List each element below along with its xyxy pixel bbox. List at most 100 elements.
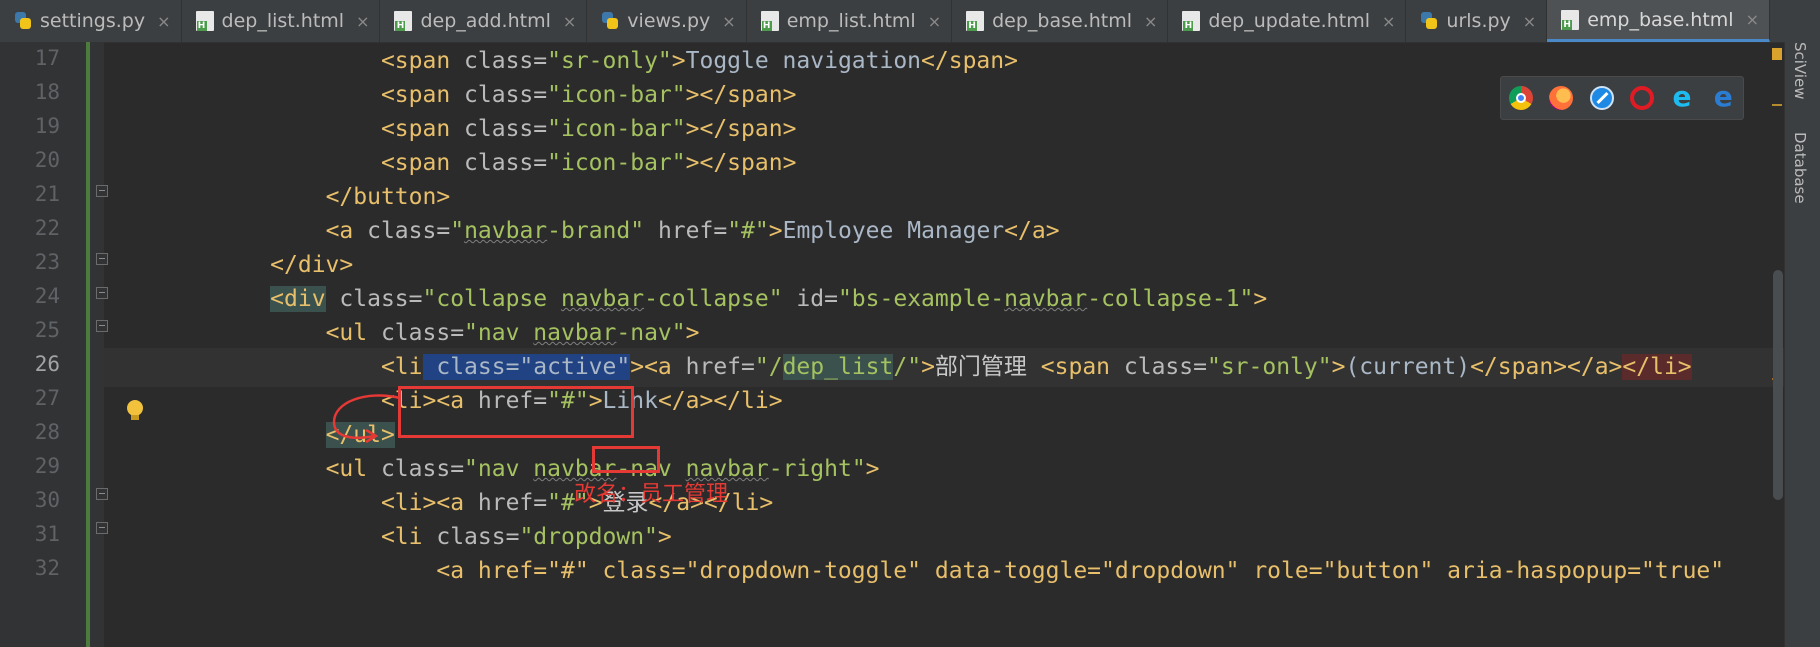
value-token: -collapse-1" — [1087, 286, 1254, 312]
close-icon[interactable]: × — [722, 12, 735, 31]
value-token: "nav — [464, 320, 534, 346]
text-token: Toggle navigation — [685, 48, 922, 74]
tab-views-py[interactable]: views.py × — [587, 0, 747, 42]
value-token: navbar — [464, 218, 548, 244]
attr-token: class= — [464, 150, 548, 176]
value-token: -right" — [768, 456, 866, 482]
attr-token: class= — [367, 456, 465, 482]
tag-token: <li — [380, 524, 437, 550]
tab-label: emp_list.html — [786, 10, 916, 32]
close-icon[interactable]: × — [1746, 10, 1759, 29]
value-token: " — [450, 218, 465, 244]
close-icon[interactable]: × — [1382, 12, 1395, 31]
value-token: navbar — [560, 286, 645, 312]
tag-token: </li> — [1622, 354, 1692, 380]
text-token: Employee Manager — [782, 218, 1005, 244]
annotation-box-link — [592, 446, 660, 473]
database-tool-button[interactable]: Database — [1791, 132, 1809, 204]
sciview-tool-button[interactable]: SciView — [1791, 42, 1809, 100]
value-token: "/ — [754, 354, 783, 380]
attr-token: class= — [367, 218, 451, 244]
ie-icon[interactable] — [1670, 80, 1694, 113]
tag-token: > — [685, 116, 700, 142]
tag-token: > — [671, 48, 686, 74]
value-token: "icon-bar" — [547, 150, 686, 176]
rename-annotation: 改名：员工管理 — [574, 482, 729, 507]
browser-preview-toolbar — [1500, 76, 1744, 120]
tag-token: <div — [270, 286, 326, 312]
tag-token: <ul — [325, 320, 368, 346]
tag-token: </span> — [699, 116, 797, 142]
close-icon[interactable]: × — [157, 12, 170, 31]
attr-token: class= — [1123, 354, 1207, 380]
attr-token: class= — [464, 116, 548, 142]
safari-icon[interactable] — [1589, 86, 1614, 110]
selected-text[interactable]: class="active" — [422, 354, 631, 380]
chrome-icon[interactable] — [1509, 86, 1534, 110]
tag-token: > — [1253, 286, 1268, 312]
lightbulb-icon[interactable] — [126, 400, 144, 422]
value-token: -brand" — [547, 218, 645, 244]
tab-settings-py[interactable]: settings.py × — [0, 0, 182, 42]
code-line-32[interactable]: <a href="#" class="dropdown-toggle" data… — [104, 552, 1724, 591]
opera-icon[interactable] — [1630, 86, 1655, 110]
attr-token: class= — [464, 82, 548, 108]
firefox-icon[interactable] — [1549, 86, 1574, 110]
text-token: 部门管理 — [934, 354, 1027, 380]
html-file-icon — [1182, 11, 1201, 31]
tag-token: <a — [436, 490, 478, 516]
tag-token: </a> — [1567, 354, 1623, 380]
attr-token: href= — [644, 218, 728, 244]
python-file-icon — [601, 11, 619, 31]
annotation-arrow-icon — [332, 394, 401, 444]
tag-token: <span — [380, 82, 465, 108]
value-token: "sr-only" — [547, 48, 672, 74]
tag-token: > — [768, 218, 783, 244]
close-icon[interactable]: × — [1523, 12, 1536, 31]
tag-token: <span — [1040, 354, 1124, 380]
tag-token: > — [685, 150, 700, 176]
attr-token: class= — [325, 286, 423, 312]
value-token: dep_list — [782, 354, 894, 380]
close-icon[interactable]: × — [928, 12, 941, 31]
tag-token: > — [865, 456, 880, 482]
tab-emp-list-html[interactable]: emp_list.html × — [747, 0, 953, 42]
tag-token: </div> — [270, 252, 354, 278]
close-icon[interactable]: × — [563, 12, 576, 31]
tab-emp-base-html[interactable]: emp_base.html × — [1547, 0, 1770, 42]
value-token: "bs-example- — [837, 286, 1005, 312]
code-editor[interactable]: <span class="sr-only">Toggle navigation<… — [104, 42, 1784, 647]
value-token: navbar — [533, 320, 617, 346]
tag-token: </span> — [1470, 354, 1568, 380]
tab-dep-base-html[interactable]: dep_base.html × — [952, 0, 1169, 42]
tab-label: settings.py — [40, 10, 146, 32]
stripe-marker[interactable] — [1772, 104, 1782, 106]
tab-label: dep_list.html — [221, 10, 345, 32]
tab-label: dep_update.html — [1208, 10, 1370, 32]
value-token: "collapse — [422, 286, 561, 312]
tag-token: </a> — [1004, 218, 1060, 244]
html-file-icon — [760, 11, 779, 31]
tab-label: views.py — [627, 10, 711, 32]
html-file-icon — [1561, 9, 1580, 30]
tag-token: </button> — [325, 184, 451, 210]
close-icon[interactable]: × — [1144, 12, 1157, 31]
value-token: navbar — [1004, 286, 1088, 312]
tag-token: > — [630, 354, 645, 380]
tab-dep-update-html[interactable]: dep_update.html × — [1168, 0, 1407, 42]
value-token: "nav — [464, 456, 534, 482]
tab-dep-list-html[interactable]: dep_list.html × — [182, 0, 381, 42]
stripe-marker[interactable] — [1772, 48, 1782, 60]
vcs-change-marker — [86, 42, 90, 647]
tab-dep-add-html[interactable]: dep_add.html × — [380, 0, 588, 42]
vertical-scrollbar[interactable] — [1773, 270, 1783, 500]
tag-token: > — [685, 320, 700, 346]
close-icon[interactable]: × — [356, 12, 369, 31]
tab-urls-py[interactable]: urls.py × — [1406, 0, 1548, 42]
tag-token: > — [921, 354, 935, 380]
tag-token: </a></li> — [657, 388, 783, 414]
tag-token: </span> — [921, 48, 1018, 74]
right-tool-strip: SciView Database — [1784, 42, 1820, 647]
edge-icon[interactable] — [1711, 80, 1735, 113]
